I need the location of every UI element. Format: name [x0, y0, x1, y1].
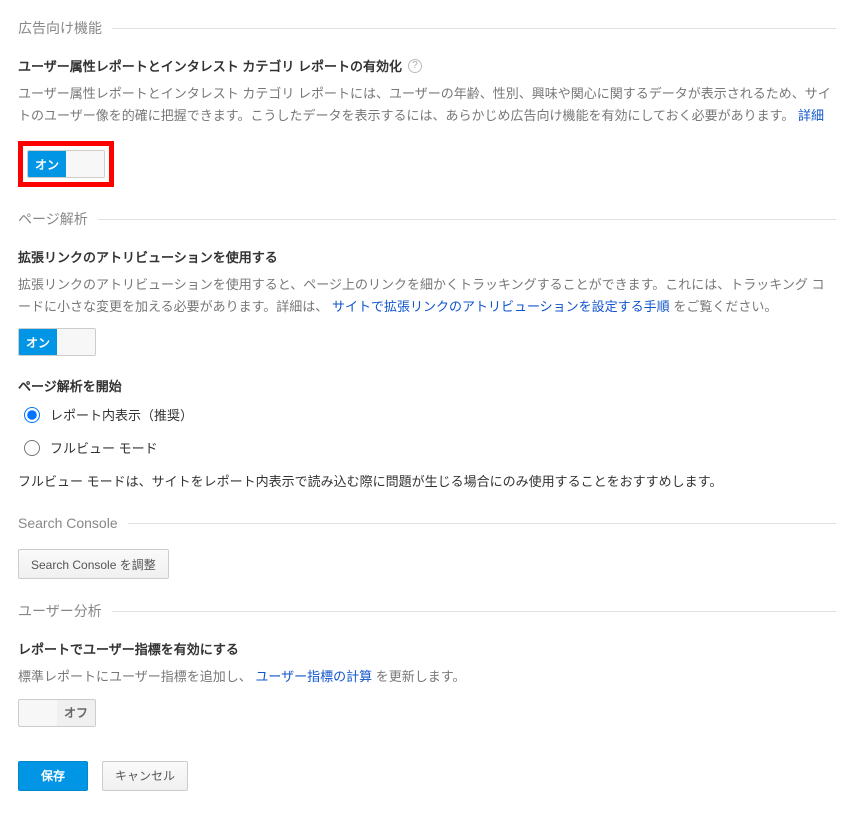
section-page-analytics: ページ解析 拡張リンクのアトリビューションを使用する 拡張リンクのアトリビューシ… [18, 209, 836, 493]
demographics-heading-row: ユーザー属性レポートとインタレスト カテゴリ レポートの有効化 ? [18, 56, 836, 75]
subsection-demographics: ユーザー属性レポートとインタレスト カテゴリ レポートの有効化 ? ユーザー属性… [18, 56, 836, 187]
toggle-on-label: オン [19, 329, 57, 355]
toggle-off-slot [66, 151, 104, 177]
user-metrics-description: 標準レポートにユーザー指標を追加し、 ユーザー指標の計算 を更新します。 [18, 666, 836, 688]
user-metrics-desc-prefix: 標準レポートにユーザー指標を追加し、 [18, 669, 252, 684]
subsection-user-metrics: レポートでユーザー指標を有効にする 標準レポートにユーザー指標を追加し、 ユーザ… [18, 639, 836, 728]
user-metrics-calc-link[interactable]: ユーザー指標の計算 [255, 669, 372, 684]
section-title-search-console: Search Console [18, 515, 118, 531]
section-title-ads: 広告向け機能 [18, 18, 102, 38]
enhanced-link-heading: 拡張リンクのアトリビューションを使用する [18, 247, 836, 266]
section-title-row: ユーザー分析 [18, 601, 836, 621]
demographics-description: ユーザー属性レポートとインタレスト カテゴリ レポートには、ユーザーの年齢、性別… [18, 83, 836, 127]
radio-inreport-input[interactable] [24, 407, 40, 423]
radio-inreport-label: レポート内表示（推奨） [50, 405, 193, 424]
section-search-console: Search Console Search Console を調整 [18, 515, 836, 579]
section-title-row: ページ解析 [18, 209, 836, 229]
divider [112, 28, 836, 29]
demographics-detail-link[interactable]: 詳細 [798, 108, 824, 123]
user-metrics-desc-suffix: を更新します。 [376, 669, 466, 684]
divider [128, 523, 836, 524]
cancel-button[interactable]: キャンセル [102, 761, 188, 791]
enhanced-link-toggle[interactable]: オン [18, 328, 96, 356]
section-title-row: 広告向け機能 [18, 18, 836, 38]
section-user-analysis: ユーザー分析 レポートでユーザー指標を有効にする 標準レポートにユーザー指標を追… [18, 601, 836, 728]
divider [98, 219, 836, 220]
enhanced-link-setup-link[interactable]: サイトで拡張リンクのアトリビューションを設定する手順 [332, 299, 670, 314]
subsection-start-analytics: ページ解析を開始 レポート内表示（推奨） フルビュー モード フルビュー モード… [18, 376, 836, 493]
section-title-user-analysis: ユーザー分析 [18, 601, 102, 621]
highlight-box: オン [18, 141, 114, 187]
radio-option-inreport[interactable]: レポート内表示（推奨） [24, 405, 836, 424]
radio-fullview-input[interactable] [24, 440, 40, 456]
search-console-adjust-button[interactable]: Search Console を調整 [18, 549, 169, 579]
enhanced-link-description-tail: をご覧ください。 [673, 299, 777, 314]
fullview-note: フルビュー モードは、サイトをレポート内表示で読み込む際に問題が生じる場合にのみ… [18, 471, 836, 493]
demographics-description-text: ユーザー属性レポートとインタレスト カテゴリ レポートには、ユーザーの年齢、性別… [18, 86, 831, 123]
toggle-off-slot [57, 329, 95, 355]
footer-buttons: 保存 キャンセル [18, 761, 836, 791]
section-title-row: Search Console [18, 515, 836, 531]
demographics-toggle[interactable]: オン [27, 150, 105, 178]
start-analytics-heading: ページ解析を開始 [18, 376, 836, 395]
radio-option-fullview[interactable]: フルビュー モード [24, 438, 836, 457]
toggle-off-label: オフ [57, 700, 95, 726]
section-ads: 広告向け機能 ユーザー属性レポートとインタレスト カテゴリ レポートの有効化 ?… [18, 18, 836, 187]
user-metrics-heading: レポートでユーザー指標を有効にする [18, 639, 836, 658]
enhanced-link-description: 拡張リンクのアトリビューションを使用すると、ページ上のリンクを細かくトラッキング… [18, 274, 836, 318]
user-metrics-toggle[interactable]: オフ [18, 699, 96, 727]
subsection-enhanced-link: 拡張リンクのアトリビューションを使用する 拡張リンクのアトリビューションを使用す… [18, 247, 836, 356]
radio-fullview-label: フルビュー モード [50, 438, 158, 457]
toggle-on-slot [19, 700, 57, 726]
toggle-on-label: オン [28, 151, 66, 177]
help-icon[interactable]: ? [408, 59, 422, 73]
start-mode-radio-group: レポート内表示（推奨） フルビュー モード [24, 405, 836, 457]
section-title-page-analytics: ページ解析 [18, 209, 88, 229]
demographics-heading: ユーザー属性レポートとインタレスト カテゴリ レポートの有効化 [18, 56, 402, 75]
divider [112, 611, 836, 612]
save-button[interactable]: 保存 [18, 761, 88, 791]
